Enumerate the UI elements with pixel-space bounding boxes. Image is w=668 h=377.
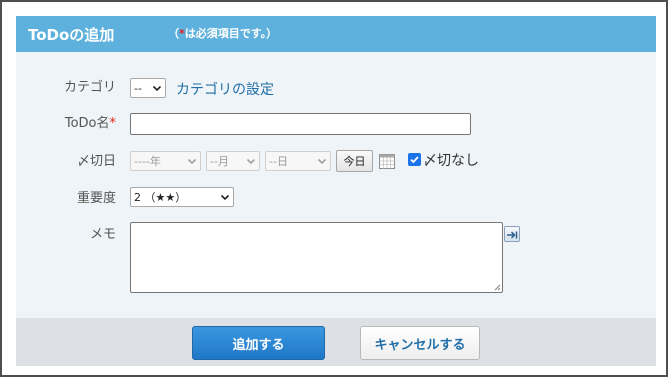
resize-grip-icon[interactable]: [493, 283, 501, 291]
chevron-down-icon: [220, 194, 230, 201]
deadline-day-value: --日: [269, 155, 288, 168]
chevron-down-icon: [317, 158, 327, 165]
chevron-down-icon: [246, 158, 256, 165]
category-select-value: --: [134, 81, 142, 95]
checkmark-icon: [410, 156, 419, 164]
todo-name-input[interactable]: [130, 113, 471, 135]
arrow-right-icon: [507, 231, 518, 239]
todo-name-label: ToDo名*: [16, 112, 116, 131]
deadline-year-select: ----年: [130, 151, 201, 171]
chevron-down-icon: [187, 158, 197, 165]
add-button[interactable]: 追加する: [192, 326, 325, 360]
calendar-icon[interactable]: [378, 152, 396, 170]
deadline-label: 〆切日: [76, 154, 116, 169]
deadline-day-select: --日: [265, 151, 331, 171]
cancel-button[interactable]: キャンセルする: [360, 326, 480, 360]
required-note-prefix: （: [168, 27, 179, 40]
dialog-header: ToDoの追加 （*は必須項目です。）: [16, 16, 656, 52]
memo-textarea[interactable]: [130, 222, 503, 293]
todo-add-dialog: ToDoの追加 （*は必須項目です。） カテゴリ -- カテゴリの設定 ToDo…: [16, 16, 656, 366]
no-deadline-label[interactable]: 〆切なし: [423, 150, 479, 170]
priority-select[interactable]: 2 （★★）: [130, 187, 234, 207]
deadline-month-select: --月: [206, 151, 260, 171]
deadline-month-value: --月: [210, 155, 229, 168]
required-note-suffix: は必須項目です。）: [184, 27, 278, 40]
category-select[interactable]: --: [130, 78, 166, 98]
expand-memo-icon[interactable]: [504, 226, 520, 242]
today-button[interactable]: 今日: [336, 150, 373, 172]
category-label: カテゴリ: [63, 80, 116, 95]
deadline-year-value: ----年: [134, 155, 161, 168]
todo-name-label-text: ToDo名: [64, 116, 110, 131]
required-note: （*は必須項目です。）: [168, 25, 277, 41]
no-deadline-checkbox[interactable]: [408, 153, 421, 166]
category-settings-link[interactable]: カテゴリの設定: [176, 79, 274, 99]
window-frame: ToDoの追加 （*は必須項目です。） カテゴリ -- カテゴリの設定 ToDo…: [0, 0, 668, 377]
required-star: *: [109, 116, 117, 131]
memo-label: メモ: [89, 227, 116, 242]
chevron-down-icon: [152, 85, 162, 92]
priority-label: 重要度: [76, 191, 116, 206]
priority-select-value: 2 （★★）: [134, 191, 187, 204]
dialog-title: ToDoの追加: [28, 26, 115, 44]
dialog-footer: 追加する キャンセルする: [16, 318, 656, 366]
